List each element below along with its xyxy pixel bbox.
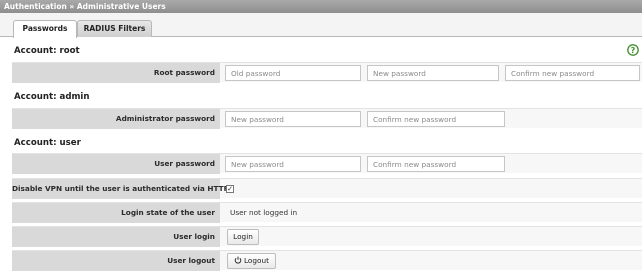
- window-title: Authentication » Administrative Users: [0, 0, 642, 13]
- root-password-label: Root password: [12, 63, 220, 83]
- section-title-root: Account: root: [14, 46, 80, 56]
- vpn-disable-label: Disable VPN until the user is authentica…: [12, 179, 229, 199]
- user-logout-row: User logout Logout: [12, 250, 642, 271]
- root-password-row: Root password: [12, 62, 642, 83]
- logout-button-label: Logout: [244, 256, 269, 265]
- user-new-password-input[interactable]: [225, 156, 361, 172]
- user-password-label: User password: [12, 154, 220, 174]
- power-icon: [234, 256, 242, 264]
- tab-passwords[interactable]: Passwords: [13, 20, 77, 38]
- admin-confirm-password-input[interactable]: [367, 111, 505, 127]
- user-password-row: User password: [12, 153, 642, 174]
- user-logout-label: User logout: [12, 251, 220, 271]
- admin-new-password-input[interactable]: [225, 111, 361, 127]
- root-old-password-input[interactable]: [225, 65, 361, 81]
- help-icon[interactable]: ?: [627, 44, 639, 56]
- tab-radius-filters[interactable]: RADIUS Filters: [77, 20, 152, 37]
- svg-text:?: ?: [631, 46, 636, 55]
- login-state-label: Login state of the user: [12, 203, 220, 223]
- logout-button[interactable]: Logout: [227, 253, 276, 269]
- vpn-disable-checkbox[interactable]: ✓: [226, 185, 234, 193]
- user-confirm-password-input[interactable]: [367, 156, 505, 172]
- login-button[interactable]: Login: [227, 229, 259, 245]
- admin-password-label: Administrator password: [12, 109, 220, 129]
- root-confirm-password-input[interactable]: [505, 65, 640, 81]
- user-login-row: User login Login: [12, 226, 642, 247]
- section-title-user: Account: user: [14, 138, 81, 148]
- section-title-admin: Account: admin: [14, 92, 90, 102]
- user-login-label: User login: [12, 227, 220, 247]
- vpn-row: Disable VPN until the user is authentica…: [12, 178, 642, 199]
- login-state-value: User not logged in: [230, 208, 298, 217]
- root-new-password-input[interactable]: [367, 65, 499, 81]
- tab-bar: Passwords RADIUS Filters: [0, 13, 642, 38]
- admin-password-row: Administrator password: [12, 108, 642, 129]
- login-state-row: Login state of the user User not logged …: [12, 202, 642, 223]
